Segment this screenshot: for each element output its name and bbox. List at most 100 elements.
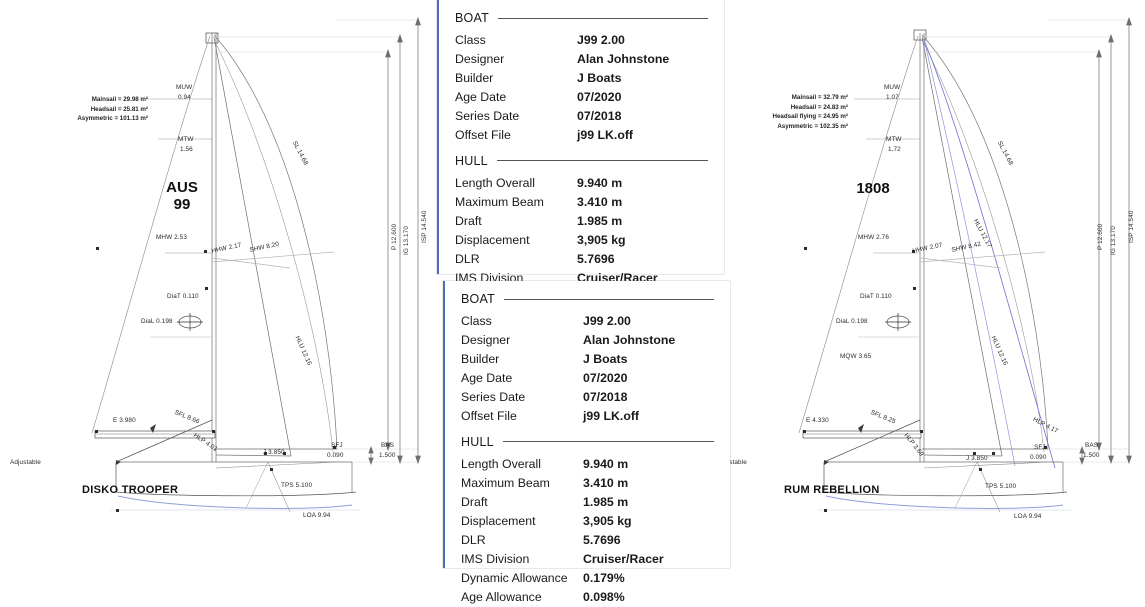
- row-value: Cruiser/Racer: [583, 551, 664, 566]
- row-label: Maximum Beam: [461, 475, 550, 490]
- row-label: Offset File: [461, 408, 517, 423]
- left-label-adjustable: Adjustable: [10, 459, 41, 466]
- row-label: DLR: [455, 251, 480, 266]
- left-label-isp: ISP 14.540: [421, 210, 428, 243]
- table-row: IMS Division Cruiser/Racer: [461, 550, 716, 569]
- right-label-mqw: MQW 3.65: [840, 353, 872, 360]
- panel-a-boat-heading-text: BOAT: [455, 11, 489, 25]
- row-label: Series Date: [461, 389, 526, 404]
- table-row: Class J99 2.00: [455, 31, 710, 50]
- table-row: Class J99 2.00: [461, 312, 716, 331]
- right-asymmetric-area: Asymmetric = 102.35 m²: [777, 122, 848, 130]
- row-value: 3.410 m: [577, 194, 623, 209]
- right-boat-name: RUM REBELLION: [784, 484, 880, 496]
- right-label-p: P 12.600: [1097, 223, 1104, 250]
- left-boat-drawing: [91, 16, 421, 513]
- left-label-sfj-value: 0.090: [327, 452, 344, 459]
- panel-b-boat-heading-rule: [503, 298, 714, 300]
- left-label-tps: TPS 5.100: [281, 482, 313, 489]
- table-row: Displacement 3,905 kg: [461, 512, 716, 531]
- row-value: J Boats: [577, 70, 622, 85]
- row-value: j99 LK.off: [577, 127, 634, 142]
- left-headsail-area: Headsail = 25.81 m²: [90, 105, 148, 113]
- row-label: IMS Division: [461, 551, 530, 566]
- left-label-mhw: MHW 2.53: [156, 234, 187, 241]
- row-label: Draft: [455, 213, 482, 228]
- row-value: 0.098%: [583, 589, 625, 604]
- table-row: Maximum Beam 3.410 m: [461, 474, 716, 493]
- right-label-dial: DiaL 0.198: [836, 318, 868, 325]
- left-label-j: J 3.850: [263, 449, 285, 456]
- panel-b-hull-heading-rule: [502, 441, 714, 443]
- left-sail-number-country: AUS: [166, 179, 198, 196]
- right-label-mhw: MHW 2.76: [858, 234, 889, 241]
- left-label-e: E 3.980: [113, 417, 136, 424]
- left-label-bas-value: 1.500: [379, 452, 396, 459]
- row-label: Class: [455, 33, 486, 47]
- left-label-sfj: SFJ: [331, 442, 343, 449]
- panel-a-boat-heading: BOAT: [455, 11, 710, 25]
- table-row: Dynamic Allowance 0.179%: [461, 569, 716, 588]
- table-row: Age Allowance 0.098%: [461, 588, 716, 607]
- row-value: j99 LK.off: [583, 408, 640, 423]
- right-headsail-flying-area: Headsail flying = 24.95 m²: [772, 113, 849, 121]
- row-label: Builder: [455, 70, 494, 85]
- table-row: Offset File j99 LK.off: [461, 407, 716, 426]
- left-boat-name: DISKO TROOPER: [82, 484, 179, 496]
- table-row: Draft 1.985 m: [461, 493, 716, 512]
- row-value: 07/2018: [577, 108, 622, 123]
- left-label-loa: LOA 9.94: [303, 512, 331, 519]
- row-value: 9.940 m: [583, 456, 629, 471]
- row-label: Designer: [455, 51, 505, 66]
- row-label: Length Overall: [461, 456, 541, 471]
- sail-plan-comparison-canvas: Mainsail = 29.98 m² Headsail = 25.81 m² …: [0, 0, 1145, 604]
- right-headsail-area: Headsail = 24.83 m²: [790, 103, 848, 111]
- spec-panel-left: BOAT Class J99 2.00 Designer Alan Johnston…: [437, 0, 724, 323]
- right-label-bas: BAS: [1085, 442, 1099, 449]
- row-label: Maximum Beam: [455, 194, 544, 209]
- table-row: DLR 5.7696: [455, 250, 710, 269]
- panel-a-boat-heading-rule: [497, 17, 708, 19]
- right-label-muw: MUW: [884, 84, 901, 91]
- right-label-bas-value: 1.500: [1083, 452, 1100, 459]
- left-label-muw: MUW: [176, 84, 193, 91]
- row-value: 1.985 m: [577, 213, 623, 228]
- table-row: Builder J Boats: [455, 69, 710, 88]
- row-value: 3,905 kg: [577, 232, 626, 247]
- right-label-sfj-value: 0.090: [1030, 454, 1047, 461]
- panel-b-hull-heading-text: HULL: [461, 434, 494, 449]
- row-label: Draft: [461, 494, 488, 509]
- table-row: Age Date 07/2020: [455, 88, 710, 107]
- table-row: Length Overall 9.940 m: [455, 174, 710, 193]
- row-value: 3,905 kg: [583, 513, 632, 528]
- row-value: Alan Johnstone: [583, 332, 676, 347]
- row-label: Age Date: [461, 370, 513, 385]
- row-value: 3.410 m: [583, 475, 629, 490]
- right-label-loa: LOA 9.94: [1014, 513, 1042, 520]
- left-label-muw-value: 0.94: [178, 94, 191, 101]
- row-label: Displacement: [461, 513, 536, 528]
- row-value: 07/2020: [577, 89, 622, 104]
- right-label-muw-value: 1.07: [886, 94, 899, 101]
- left-mainsail-area: Mainsail = 29.98 m²: [91, 96, 148, 103]
- table-row: Maximum Beam 3.410 m: [455, 193, 710, 212]
- left-label-ig: IG 13.170: [403, 226, 410, 255]
- right-sail-areas: Mainsail = 32.79 m² Headsail = 24.83 m² …: [716, 93, 849, 131]
- row-label: Displacement: [455, 232, 530, 247]
- row-value: 5.7696: [583, 532, 621, 547]
- right-label-tps: TPS 5.100: [985, 483, 1017, 490]
- right-sail-number: 1808: [856, 180, 890, 197]
- left-label-diat: DiaT 0.110: [167, 293, 199, 300]
- row-label: Age Date: [455, 89, 507, 104]
- row-value: 5.7696: [577, 251, 615, 266]
- panel-a-hull-heading: HULL: [455, 154, 710, 168]
- table-row: Designer Alan Johnstone: [461, 331, 716, 350]
- row-label: Length Overall: [455, 175, 535, 190]
- left-label-mtw-value: 1.56: [180, 146, 193, 153]
- row-value: 0.179%: [583, 570, 625, 585]
- row-label: Class: [461, 314, 492, 328]
- left-label-mtw: MTW: [178, 136, 194, 143]
- left-label-p: P 12.600: [391, 223, 398, 250]
- row-label: Builder: [461, 351, 500, 366]
- table-row: Series Date 07/2018: [455, 107, 710, 126]
